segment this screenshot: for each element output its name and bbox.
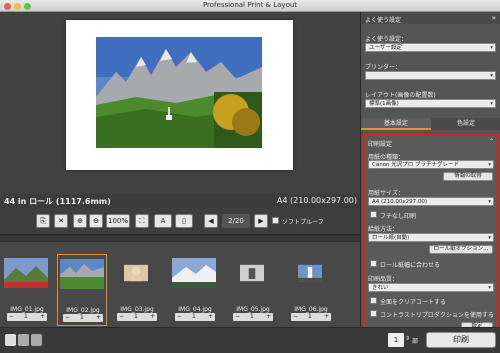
clear-coat-checkbox[interactable] xyxy=(370,297,377,304)
thumbnail-item[interactable]: IMG_06.jpg −1 + xyxy=(286,254,336,326)
thumbnail-item[interactable]: IMG_01.jpg −1 + xyxy=(2,254,52,326)
clear-coat-label: 全面をクリアコートする xyxy=(380,299,447,306)
thumbnail-name: IMG_06.jpg xyxy=(294,306,328,313)
print-quality-label: 印刷品質： xyxy=(368,276,399,283)
layout-select[interactable]: 標準(1画像) xyxy=(365,99,496,108)
settings-panel: よく使う設定 » よく使う設定： ユーザー設定 プリンター： レイアウト(画像の… xyxy=(360,12,500,345)
fit-view-icon[interactable]: ⛶ xyxy=(135,214,149,228)
paper-size-label: 用紙サイズ： xyxy=(368,190,404,197)
copies-stepper[interactable]: −1 + xyxy=(291,313,331,321)
media-type-select[interactable]: Canon 光沢プロ プラチナグレード xyxy=(368,160,494,169)
paper-size-select[interactable]: A4 (210.00x297.00) xyxy=(368,197,494,206)
feed-method-select[interactable]: ロール紙(自動) xyxy=(368,233,494,242)
borderless-checkbox[interactable] xyxy=(370,211,377,218)
feed-method-label: 給紙方法： xyxy=(368,226,399,233)
collapse-section-icon[interactable]: ⌃ xyxy=(489,138,494,145)
single-view-icon[interactable] xyxy=(5,334,16,346)
thumbnail-image xyxy=(4,258,48,288)
panel-header: よく使う設定 xyxy=(361,12,500,24)
preview-toolbar: ⎘ ✕ ⊕ ⊖ 100% ⛶ A ▯ ◀ 2/20 ▶ ソフトプルーフ xyxy=(0,208,360,234)
text-tool-icon[interactable]: A xyxy=(154,214,172,228)
thumbnail-image xyxy=(172,258,216,288)
thumbnail-strip: IMG_01.jpg −1 + IMG_02.jpg −1 + IMG_03.jpg… xyxy=(0,242,360,333)
softproof-checkbox[interactable] xyxy=(272,217,279,224)
copies-unit: 部 xyxy=(412,338,419,345)
thumbnail-item[interactable]: IMG_04.jpg −1 + xyxy=(170,254,220,326)
softproof-label: ソフトプルーフ xyxy=(282,219,324,226)
copies-stepper[interactable]: −1 + xyxy=(233,313,273,321)
tab-basic-settings[interactable]: 基本設定 xyxy=(361,118,431,130)
roll-options-button[interactable]: ロール紙オプション... xyxy=(429,245,493,254)
get-info-button[interactable]: 情報の取得 xyxy=(443,172,493,181)
import-image-icon[interactable]: ⎘ xyxy=(36,214,50,228)
thumbnail-image xyxy=(298,264,322,282)
bottom-bar: 1 ⇕ 部 印刷 xyxy=(0,327,500,353)
list-view-icon[interactable] xyxy=(31,334,42,346)
thumbnail-item[interactable]: IMG_05.jpg −1 + xyxy=(228,254,278,326)
borderless-label: フチなし印刷 xyxy=(380,213,417,220)
copies-stepper-icon[interactable]: ⇕ xyxy=(405,335,410,342)
thumbnail-name: IMG_03.jpg xyxy=(120,306,154,313)
roll-size-label: 44 in ロール (1117.6mm) xyxy=(4,197,111,206)
thumbnail-image xyxy=(60,259,104,289)
collapse-panel-icon[interactable]: » xyxy=(492,14,496,22)
favorite-label: よく使う設定： xyxy=(365,36,408,43)
thumbnail-name: IMG_01.jpg xyxy=(10,306,44,313)
strip-divider[interactable] xyxy=(0,234,360,242)
tab-color-settings[interactable]: 色設定 xyxy=(431,118,500,130)
copies-stepper[interactable]: −1 + xyxy=(7,313,47,321)
thumbnail-name: IMG_05.jpg xyxy=(236,306,270,313)
thumbnail-image xyxy=(124,264,148,282)
thumbnail-item[interactable]: IMG_03.jpg −1 + xyxy=(112,254,162,326)
fit-roll-width-checkbox[interactable] xyxy=(370,260,377,267)
preview-info-bar: 44 in ロール (1117.6mm) A4 (210.00x297.00) xyxy=(0,194,360,208)
contrast-reproduction-checkbox[interactable] xyxy=(370,310,377,317)
thumbnail-item-selected[interactable]: IMG_02.jpg −1 + xyxy=(57,254,107,326)
printer-select[interactable] xyxy=(365,71,496,80)
two-page-view-icon[interactable] xyxy=(18,334,29,346)
paper-size-label: A4 (210.00x297.00) xyxy=(276,196,357,205)
copies-stepper[interactable]: −1 + xyxy=(117,313,157,321)
thumbnail-name: IMG_04.jpg xyxy=(178,306,212,313)
copies-input[interactable]: 1 xyxy=(388,333,404,347)
zoom-out-icon[interactable]: ⊖ xyxy=(89,214,103,228)
main-area: 44 in ロール (1117.6mm) A4 (210.00x297.00) … xyxy=(0,12,360,353)
previous-page-icon[interactable]: ◀ xyxy=(204,214,218,228)
title-bar: Professional Print & Layout xyxy=(0,0,500,12)
thumbnail-name: IMG_02.jpg xyxy=(66,307,100,314)
favorite-select[interactable]: ユーザー設定 xyxy=(365,43,496,52)
window-title: Professional Print & Layout xyxy=(202,1,298,9)
zoom-select[interactable]: 100% xyxy=(106,214,130,228)
delete-image-icon[interactable]: ✕ xyxy=(54,214,68,228)
fit-roll-width-label: ロール紙幅に合わせる xyxy=(380,262,441,269)
zoom-in-icon[interactable]: ⊕ xyxy=(73,214,87,228)
print-settings-header: 印刷設定 xyxy=(368,141,393,148)
thumbnail-image xyxy=(240,264,264,282)
next-page-icon[interactable]: ▶ xyxy=(254,214,268,228)
contrast-reproduction-label: コントラストリプロダクションを使用する xyxy=(380,312,494,319)
print-preview xyxy=(0,12,360,194)
printer-label: プリンター： xyxy=(365,64,402,71)
copies-stepper[interactable]: −1 + xyxy=(63,314,103,322)
print-settings-section: 印刷設定 ⌃ 用紙の種類： Canon 光沢プロ プラチナグレード 情報の取得 … xyxy=(363,134,499,345)
print-quality-select[interactable]: きれい xyxy=(368,283,494,292)
layout-label: レイアウト(画像の配置数) xyxy=(365,92,436,99)
page-indicator: 2/20 xyxy=(222,214,250,228)
copies-stepper[interactable]: −1 + xyxy=(175,313,215,321)
page-setup-icon[interactable]: ▯ xyxy=(175,214,193,228)
print-button[interactable]: 印刷 xyxy=(426,332,496,348)
preview-photo[interactable] xyxy=(96,37,262,148)
